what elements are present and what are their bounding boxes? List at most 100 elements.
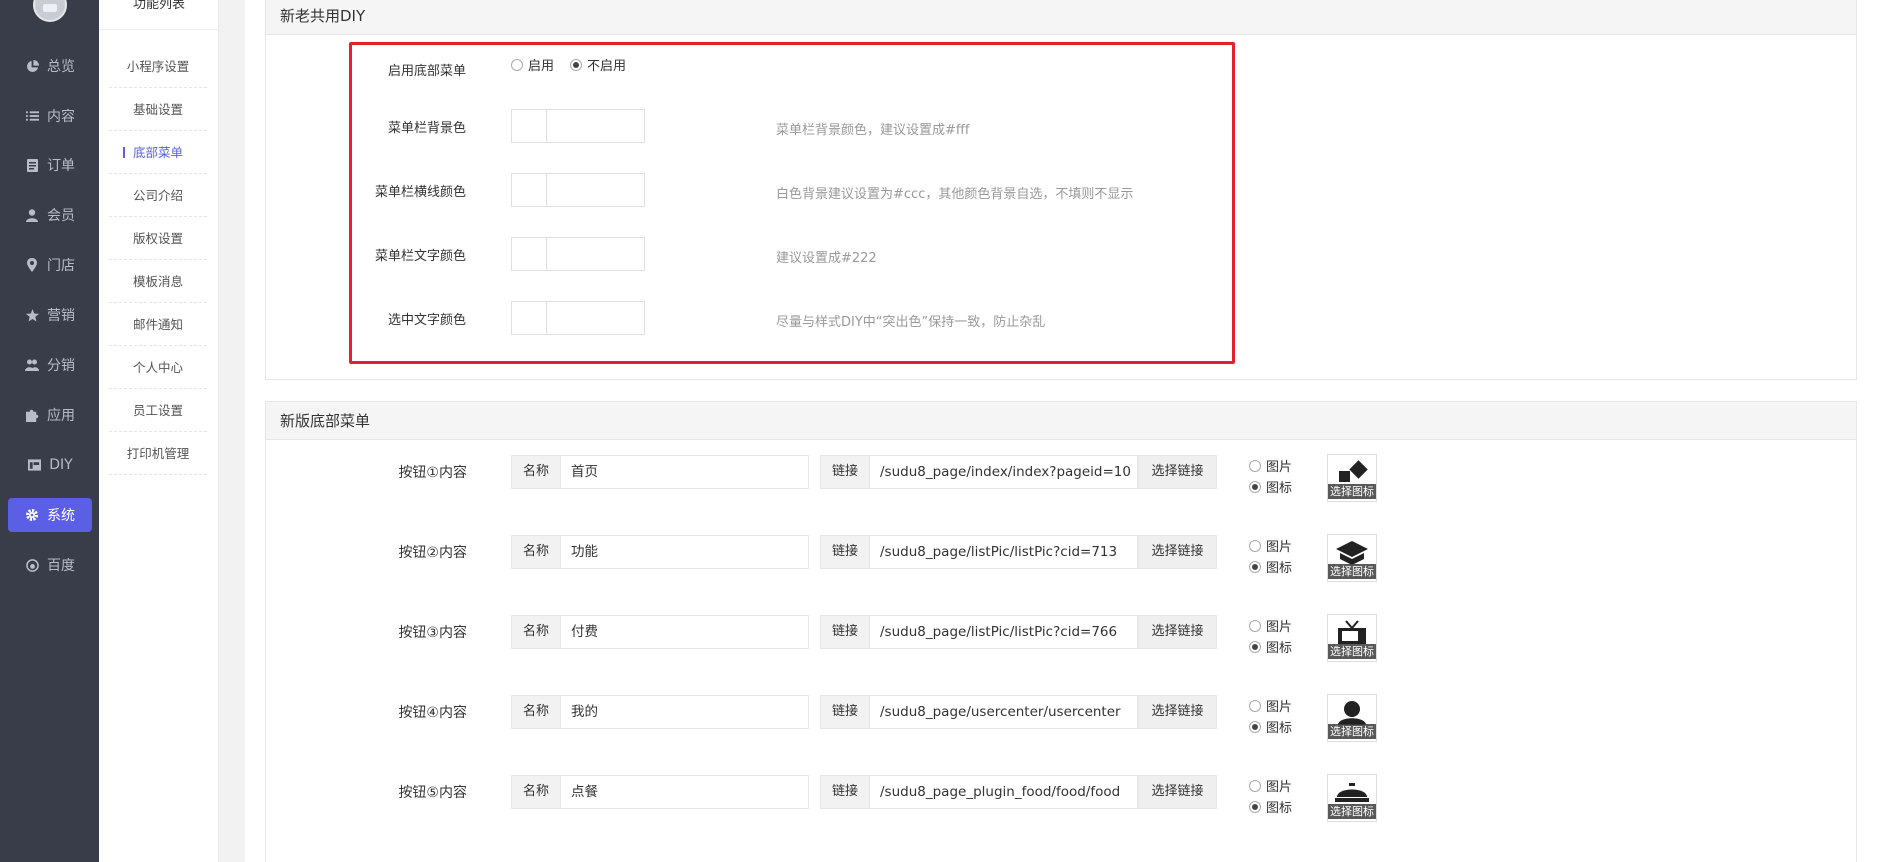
radio-icon[interactable]: 图标 [1249, 639, 1292, 656]
gutter [219, 0, 245, 862]
sidebar-item-baidu[interactable]: 百度 [8, 548, 92, 582]
color-swatch [512, 174, 547, 206]
button-3-select-link[interactable]: 选择链接 [1138, 615, 1217, 649]
button-3-name-input[interactable]: 付费 [560, 615, 809, 649]
button-2-name-input[interactable]: 功能 [560, 535, 809, 569]
button-5-label: 按钮⑤内容 [398, 785, 467, 801]
enable-menu-label: 启用底部菜单 [387, 64, 466, 79]
panel-title: 新版底部菜单 [266, 402, 1856, 440]
sidebar-item-distribution[interactable]: 分销 [8, 348, 92, 382]
submenu-title: 功能列表 [99, 0, 219, 30]
submenu-item-printer[interactable]: 打印机管理 [109, 432, 207, 475]
radio-disable[interactable]: 不启用 [570, 55, 626, 74]
radio-icon[interactable]: 图标 [1249, 719, 1292, 736]
radio-dot [1249, 779, 1261, 792]
button-4-link-input[interactable]: /sudu8_page/usercenter/usercenter [869, 695, 1138, 729]
choose-icon-caption: 选择图标 [1328, 724, 1376, 739]
sidebar-item-label: DIY [49, 457, 73, 473]
color-label-line: 菜单栏横线颜色 [374, 185, 466, 200]
button-2-select-link[interactable]: 选择链接 [1138, 535, 1217, 569]
sidebar-item-overview[interactable]: 总览 [8, 49, 92, 83]
sidebar-item-stores[interactable]: 门店 [8, 248, 92, 282]
link-addon: 链接 [820, 455, 870, 489]
button-2-label: 按钮②内容 [398, 545, 467, 561]
radio-dot [1249, 720, 1261, 733]
radio-image[interactable]: 图片 [1249, 538, 1292, 555]
sidebar-item-system[interactable]: 系统 [8, 498, 92, 532]
enable-menu-radios: 启用 不启用 [511, 55, 642, 74]
button-3-label: 按钮③内容 [398, 625, 467, 641]
button-3-link-input[interactable]: /sudu8_page/listPic/listPic?cid=766 [869, 615, 1138, 649]
submenu-item-profile[interactable]: 个人中心 [109, 346, 207, 389]
button-3-type: 图片 图标 [1249, 618, 1292, 660]
radio-dot [1249, 800, 1261, 813]
document-icon [25, 158, 39, 172]
submenu-item-email[interactable]: 邮件通知 [109, 303, 207, 346]
button-5-select-link[interactable]: 选择链接 [1138, 775, 1217, 809]
radio-icon[interactable]: 图标 [1249, 479, 1292, 496]
name-addon: 名称 [511, 775, 561, 809]
button-1-select-link[interactable]: 选择链接 [1138, 455, 1217, 489]
color-picker-line[interactable] [511, 173, 645, 207]
button-4-select-link[interactable]: 选择链接 [1138, 695, 1217, 729]
home-shapes-icon [1339, 460, 1368, 482]
button-4-type: 图片 图标 [1249, 698, 1292, 740]
users-icon [25, 358, 39, 372]
button-5-link-input[interactable]: /sudu8_page_plugin_food/food/food [869, 775, 1138, 809]
submenu-item-staff[interactable]: 员工设置 [109, 389, 207, 432]
radio-icon[interactable]: 图标 [1249, 799, 1292, 816]
cube-stack-icon [1336, 541, 1368, 565]
sidebar-item-diy[interactable]: DIY [8, 448, 92, 482]
radio-image[interactable]: 图片 [1249, 698, 1292, 715]
hint-text: 建议设置成#222 [776, 251, 877, 266]
radio-image[interactable]: 图片 [1249, 618, 1292, 635]
button-5-name-input[interactable]: 点餐 [560, 775, 809, 809]
button-4-name-input[interactable]: 我的 [560, 695, 809, 729]
color-label-text: 菜单栏文字颜色 [374, 249, 466, 264]
sidebar-item-label: 内容 [47, 109, 75, 125]
button-1-link-input[interactable]: /sudu8_page/index/index?pageid=10 [869, 455, 1138, 489]
radio-dot [1249, 560, 1261, 573]
name-addon: 名称 [511, 615, 561, 649]
sidebar-item-members[interactable]: 会员 [8, 198, 92, 232]
link-addon: 链接 [820, 535, 870, 569]
submenu-item-template-msg[interactable]: 模板消息 [109, 260, 207, 303]
star-icon [25, 308, 39, 322]
radio-image[interactable]: 图片 [1249, 458, 1292, 475]
submenu-item-company[interactable]: 公司介绍 [109, 174, 207, 217]
radio-dot [1249, 640, 1261, 653]
color-label-bg: 菜单栏背景色 [387, 121, 466, 136]
color-picker-bg[interactable] [511, 109, 645, 143]
submenu-item-copyright[interactable]: 版权设置 [109, 217, 207, 260]
avatar[interactable] [33, 0, 67, 22]
sidebar-item-label: 总览 [47, 59, 75, 75]
sidebar-item-label: 订单 [47, 158, 75, 174]
sidebar-item-orders[interactable]: 订单 [8, 148, 92, 182]
radio-icon[interactable]: 图标 [1249, 559, 1292, 576]
button-3-icon-picker[interactable]: 选择图标 [1327, 614, 1377, 662]
button-2-link-input[interactable]: /sudu8_page/listPic/listPic?cid=713 [869, 535, 1138, 569]
button-2-icon-picker[interactable]: 选择图标 [1327, 534, 1377, 582]
color-label-selected: 选中文字颜色 [387, 313, 466, 328]
radio-enable[interactable]: 启用 [511, 55, 554, 74]
sidebar-item-label: 百度 [47, 558, 75, 574]
button-1-name-input[interactable]: 首页 [560, 455, 809, 489]
color-swatch [512, 238, 547, 270]
button-5-icon-picker[interactable]: 选择图标 [1327, 774, 1377, 822]
name-addon: 名称 [511, 535, 561, 569]
button-1-icon-picker[interactable]: 选择图标 [1327, 454, 1377, 502]
color-picker-text[interactable] [511, 237, 645, 271]
sidebar-item-marketing[interactable]: 营销 [8, 298, 92, 332]
pie-chart-icon [25, 59, 39, 73]
sidebar-item-apps[interactable]: 应用 [8, 398, 92, 432]
tv-icon [1338, 620, 1366, 644]
sidebar-item-label: 会员 [47, 208, 75, 224]
sidebar-item-content[interactable]: 内容 [8, 99, 92, 133]
radio-image[interactable]: 图片 [1249, 778, 1292, 795]
button-4-icon-picker[interactable]: 选择图标 [1327, 694, 1377, 742]
submenu-item-basic[interactable]: 基础设置 [109, 88, 207, 131]
submenu-item-miniprogram[interactable]: 小程序设置 [109, 45, 207, 88]
color-picker-selected[interactable] [511, 301, 645, 335]
submenu-item-bottom-menu[interactable]: 底部菜单 [109, 131, 207, 174]
sidebar-item-label: 应用 [47, 408, 75, 424]
